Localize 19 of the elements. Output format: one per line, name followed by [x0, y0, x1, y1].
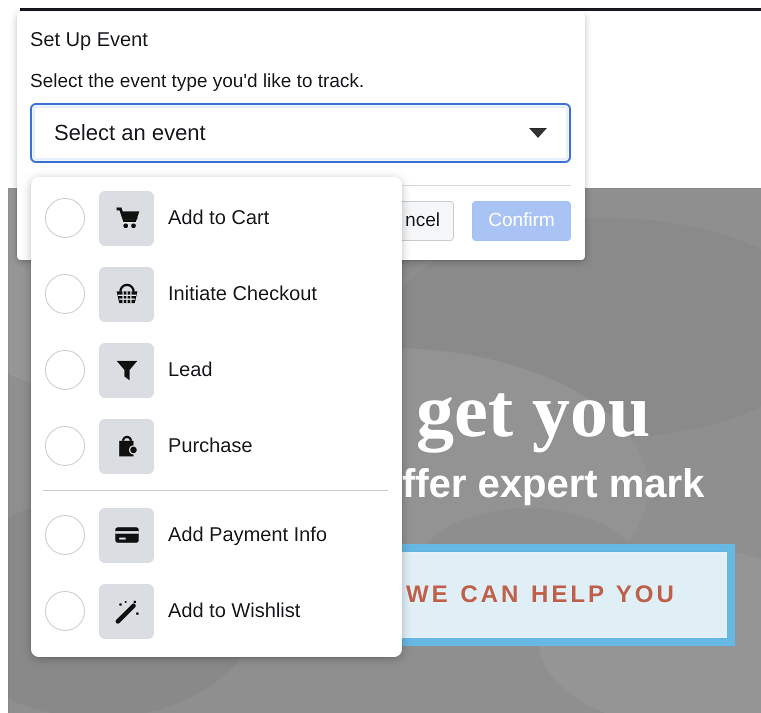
dialog-prompt: Select the event type you'd like to track. [30, 70, 366, 94]
radio-button[interactable] [45, 591, 85, 631]
event-option[interactable]: Add to Cart [168, 206, 270, 230]
radio-button[interactable] [45, 198, 85, 238]
event-option[interactable]: Purchase [168, 434, 252, 458]
event-select[interactable]: Select an event [30, 103, 571, 163]
caret-icon [529, 128, 547, 138]
event-option[interactable]: Lead [168, 358, 212, 382]
radio-button[interactable] [45, 274, 85, 314]
hero-heading: get you [416, 368, 652, 455]
wand-icon [114, 598, 140, 624]
dialog-title: Set Up Event [30, 28, 149, 53]
event-option[interactable]: Add Payment Info [168, 524, 327, 546]
event-option[interactable]: Initiate Checkout [168, 282, 317, 306]
hero-subheading: ffer expert mark [402, 461, 706, 508]
cart-icon [114, 205, 140, 231]
radio-button[interactable] [45, 515, 85, 555]
radio-button[interactable] [45, 350, 85, 390]
radio-button[interactable] [45, 426, 85, 466]
